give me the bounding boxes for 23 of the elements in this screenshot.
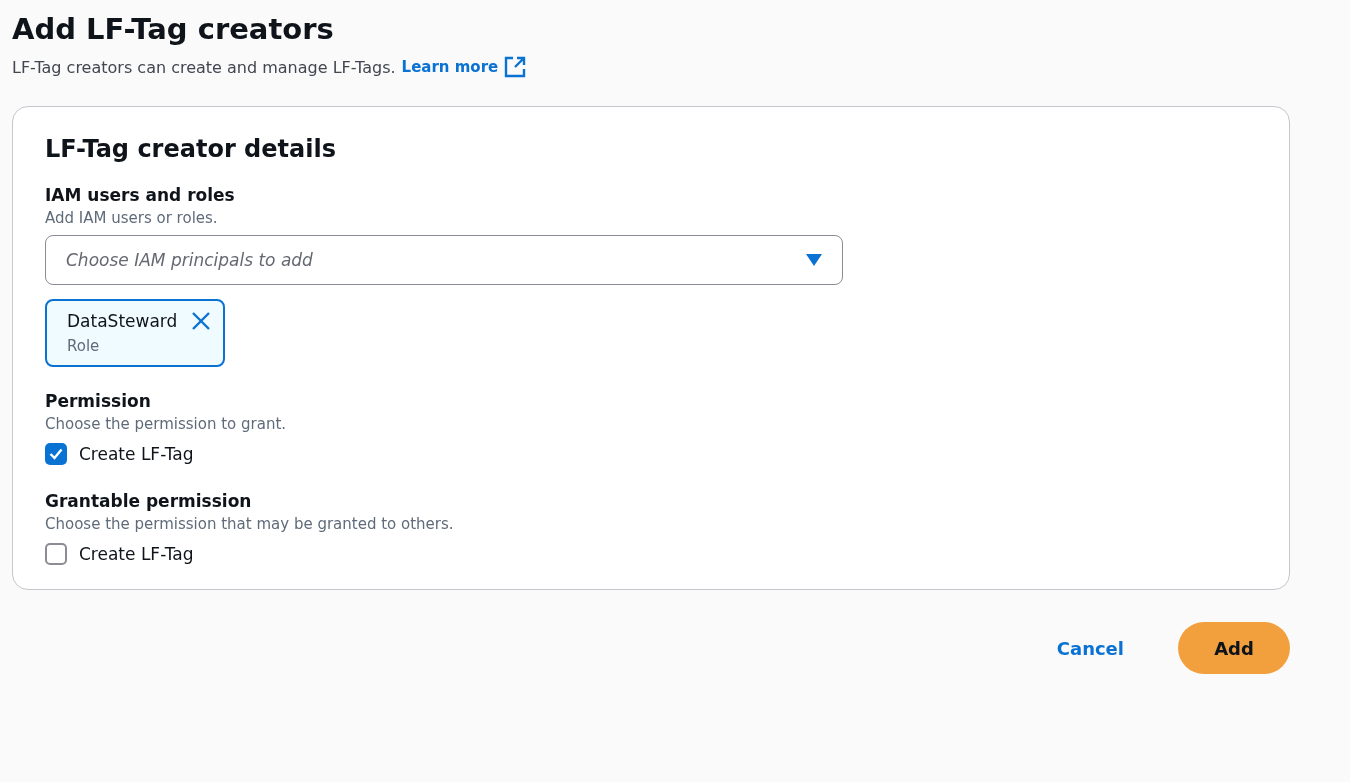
add-button[interactable]: Add xyxy=(1178,622,1290,674)
field-hint: Add IAM users or roles. xyxy=(45,209,219,227)
token-name: DataSteward xyxy=(67,311,178,331)
caret-icon xyxy=(806,254,822,266)
checkbox[interactable] xyxy=(45,543,67,565)
checkbox-label: Create LF-Tag xyxy=(79,444,194,464)
page-description: LF-Tag creators can create and manage LF-Tags. xyxy=(12,57,396,77)
principals-select[interactable]: Choose IAM principals to add xyxy=(45,235,843,285)
field-label: IAM users and roles xyxy=(45,185,236,205)
field-hint: Choose the permission that may be granted to others. xyxy=(45,515,455,533)
page-title: Add LF-Tag creators xyxy=(12,12,335,46)
learn-more-link[interactable]: Learn more xyxy=(401,58,499,76)
token-type: Role xyxy=(67,337,101,355)
close-icon[interactable] xyxy=(191,311,212,331)
checkbox-label: Create LF-Tag xyxy=(79,544,194,564)
check-icon xyxy=(49,448,63,460)
panel-title: LF-Tag creator details xyxy=(45,135,337,163)
cancel-button[interactable]: Cancel xyxy=(1050,636,1130,660)
field-hint: Choose the permission to grant. xyxy=(45,415,288,433)
field-label: Grantable permission xyxy=(45,491,253,511)
field-label: Permission xyxy=(45,391,152,411)
external-link-icon xyxy=(504,56,527,78)
checkbox[interactable] xyxy=(45,443,67,465)
